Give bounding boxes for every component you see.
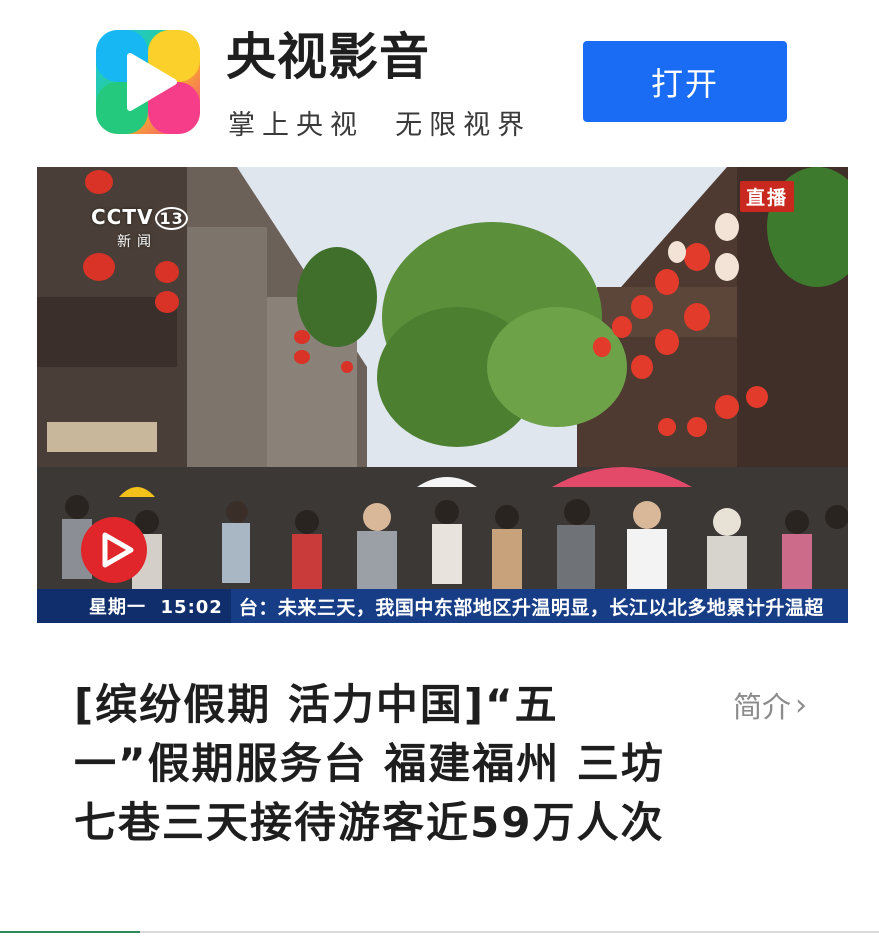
- news-ticker: 星期一 15:02 台：未来三天，我国中东部地区升温明显，长江以北多地累计升温超: [37, 589, 848, 623]
- ticker-time: 星期一 15:02: [37, 589, 231, 623]
- intro-label: 简介: [733, 690, 792, 724]
- video-title: [缤纷假期 活力中国]“五一”假期服务台 福建福州 三坊七巷三天接待游客近59万…: [74, 680, 665, 847]
- intro-link[interactable]: 简介 ›: [733, 684, 807, 726]
- app-slogan: 掌上央视 无限视界: [228, 110, 532, 141]
- app-download-banner: 央视影音 掌上央视 无限视界 打开: [0, 0, 879, 165]
- chevron-right-icon: ›: [795, 687, 808, 723]
- ticker-text: 台：未来三天，我国中东部地区升温明显，长江以北多地累计升温超: [238, 596, 824, 619]
- video-player[interactable]: CCTV 13 新闻 直播 星期一 15:02 台：未来三天，我国中东部地区升温明…: [37, 167, 848, 623]
- live-badge: 直播: [740, 181, 795, 212]
- video-frame-image: [37, 167, 848, 623]
- open-app-button[interactable]: 打开: [583, 41, 787, 122]
- app-logo-icon: [96, 30, 200, 134]
- progress-accent: [0, 931, 140, 933]
- play-icon[interactable]: [79, 515, 149, 585]
- channel-logo: CCTV 13: [91, 205, 188, 230]
- divider: [0, 931, 879, 933]
- app-name: 央视影音: [226, 28, 430, 86]
- channel-subtitle: 新闻: [117, 234, 157, 250]
